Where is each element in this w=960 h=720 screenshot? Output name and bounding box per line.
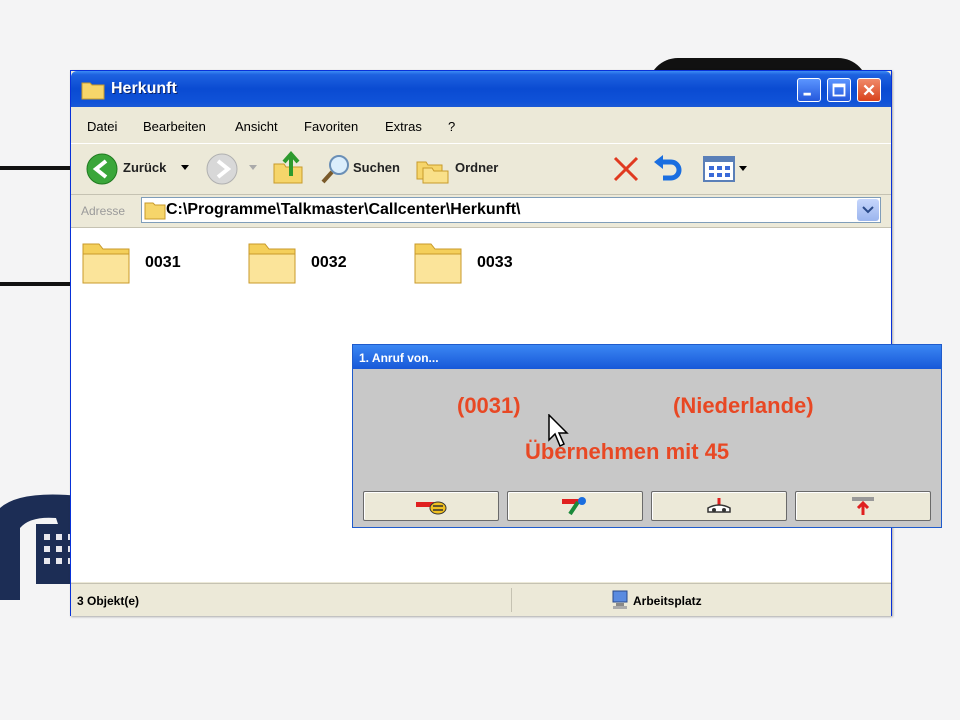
folder-name: 0032 bbox=[311, 254, 347, 271]
forward-call-button[interactable] bbox=[507, 491, 643, 521]
folder-item[interactable]: 0031 bbox=[81, 236, 181, 293]
folder-icon bbox=[81, 82, 105, 100]
delete-button[interactable] bbox=[611, 154, 641, 184]
hangup-button[interactable] bbox=[795, 491, 931, 521]
delete-x-icon bbox=[613, 156, 639, 182]
address-bar: Adresse C:\Programme\Talkmaster\Callcent… bbox=[71, 195, 891, 225]
chevron-down-icon bbox=[739, 166, 747, 171]
search-button[interactable]: Suchen bbox=[319, 152, 409, 186]
status-location: Arbeitsplatz bbox=[633, 594, 702, 608]
forward-arrow-icon bbox=[206, 153, 238, 185]
folders-icon bbox=[416, 161, 449, 184]
address-label: Adresse bbox=[81, 204, 126, 218]
folder-icon bbox=[414, 243, 462, 284]
computer-icon bbox=[612, 590, 628, 609]
menu-favoriten[interactable]: Favoriten bbox=[304, 119, 358, 134]
back-button[interactable]: Zurück bbox=[85, 152, 195, 186]
folder-item[interactable]: 0032 bbox=[247, 236, 347, 293]
folders-button[interactable]: Ordner bbox=[415, 152, 511, 186]
status-divider bbox=[511, 588, 512, 612]
folder-name: 0031 bbox=[145, 254, 181, 271]
mouse-cursor-icon bbox=[548, 414, 569, 448]
background-line bbox=[0, 166, 72, 170]
forward-call-icon bbox=[562, 497, 586, 516]
popup-title: 1. Anruf von... bbox=[359, 351, 439, 365]
object-count: 3 Objekt(e) bbox=[77, 594, 140, 608]
views-icon bbox=[703, 156, 735, 182]
folders-label: Ordner bbox=[455, 160, 499, 175]
menu-datei[interactable]: Datei bbox=[87, 119, 117, 134]
back-label: Zurück bbox=[123, 160, 167, 175]
window-title: Herkunft bbox=[111, 80, 177, 97]
back-arrow-icon bbox=[86, 153, 118, 185]
folder-icon bbox=[82, 243, 130, 284]
folder-name: 0033 bbox=[477, 254, 513, 271]
folder-item[interactable]: 0033 bbox=[413, 236, 513, 293]
menu-ansicht[interactable]: Ansicht bbox=[235, 119, 278, 134]
title-bar[interactable]: Herkunft bbox=[71, 71, 891, 107]
menu-extras[interactable]: Extras bbox=[385, 119, 422, 134]
chevron-down-icon bbox=[249, 165, 257, 170]
undo-icon bbox=[654, 155, 682, 181]
menu-bearbeiten[interactable]: Bearbeiten bbox=[143, 119, 206, 134]
up-folder-button[interactable] bbox=[271, 150, 305, 186]
menu-help[interactable]: ? bbox=[448, 119, 455, 134]
folder-icon bbox=[144, 202, 166, 220]
telephone-icon bbox=[0, 494, 80, 600]
minimize-button[interactable] bbox=[797, 78, 821, 102]
popup-title-bar[interactable]: 1. Anruf von... bbox=[353, 345, 941, 369]
search-label: Suchen bbox=[353, 160, 400, 175]
incoming-call-popup: 1. Anruf von... (0031) (Niederlande) Übe… bbox=[352, 344, 942, 528]
search-icon bbox=[321, 155, 349, 184]
address-dropdown-button[interactable] bbox=[857, 199, 879, 221]
accept-call-button[interactable] bbox=[363, 491, 499, 521]
conference-icon bbox=[707, 498, 731, 513]
accept-call-icon bbox=[416, 501, 447, 515]
views-button[interactable] bbox=[703, 154, 751, 184]
conference-button[interactable] bbox=[651, 491, 787, 521]
close-button[interactable] bbox=[857, 78, 881, 102]
forward-button[interactable] bbox=[205, 152, 261, 186]
folder-icon bbox=[248, 243, 296, 284]
caller-code: (0031) bbox=[457, 393, 521, 418]
background-line bbox=[0, 282, 72, 286]
chevron-down-icon bbox=[181, 165, 189, 170]
hangup-icon bbox=[852, 497, 874, 515]
maximize-button[interactable] bbox=[827, 78, 851, 102]
caller-country: (Niederlande) bbox=[673, 393, 814, 418]
menu-bar: Datei Bearbeiten Ansicht Favoriten Extra… bbox=[71, 115, 891, 139]
chevron-down-icon bbox=[862, 206, 874, 214]
status-bar: 3 Objekt(e) Arbeitsplatz bbox=[71, 583, 891, 616]
explorer-window: Herkunft Datei Bearbeiten Ansicht Favori… bbox=[70, 70, 892, 616]
undo-button[interactable] bbox=[651, 152, 685, 186]
address-input[interactable]: C:\Programme\Talkmaster\Callcenter\Herku… bbox=[141, 197, 881, 223]
toolbar: Zurück Suchen Ordner bbox=[71, 143, 891, 195]
folder-up-icon bbox=[273, 150, 303, 184]
address-path: C:\Programme\Talkmaster\Callcenter\Herku… bbox=[166, 201, 521, 218]
